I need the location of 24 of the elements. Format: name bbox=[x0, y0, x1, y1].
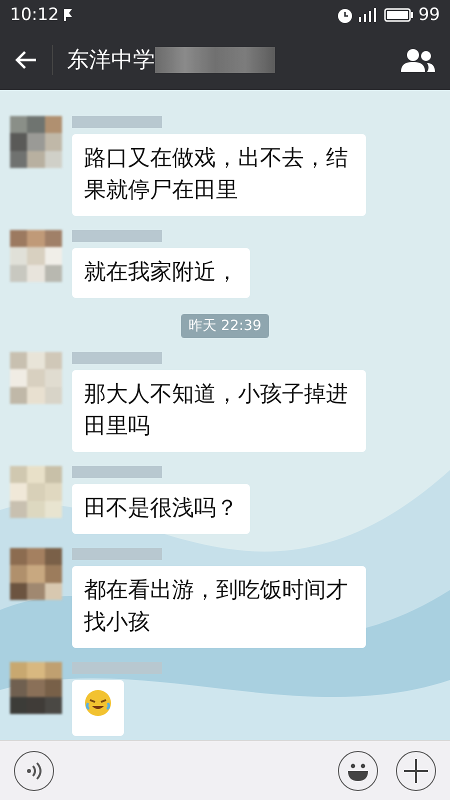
group-members-icon[interactable] bbox=[400, 47, 436, 73]
chat-title: 东洋中学 bbox=[67, 47, 155, 75]
avatar-icon[interactable] bbox=[10, 230, 62, 282]
avatar-icon[interactable] bbox=[10, 662, 62, 714]
emoji-button[interactable] bbox=[338, 750, 378, 790]
laughing-emoji-icon bbox=[84, 689, 112, 717]
message-bubble: 就在我家附近， bbox=[72, 248, 250, 298]
voice-icon bbox=[25, 760, 43, 780]
back-arrow-icon[interactable] bbox=[14, 50, 38, 70]
alarm-icon bbox=[336, 6, 354, 24]
avatar-icon[interactable] bbox=[10, 116, 62, 168]
battery-level: 99 bbox=[418, 5, 440, 25]
message-bubble: 都在看出游，到吃饭时间才找小孩 bbox=[72, 566, 366, 648]
flag-icon bbox=[63, 8, 73, 22]
status-time: 10:12 bbox=[10, 5, 59, 25]
add-button[interactable] bbox=[396, 750, 436, 790]
avatar-icon[interactable] bbox=[10, 548, 62, 600]
message-bubble: 那大人不知道，小孩子掉进田里吗 bbox=[72, 370, 366, 452]
plus-icon bbox=[403, 758, 429, 784]
timestamp: 昨天 22:39 bbox=[180, 314, 270, 338]
message-bubble: 路口又在做戏，出不去，结果就停尸在田里 bbox=[72, 134, 366, 216]
message-bubble: 田不是很浅吗？ bbox=[72, 484, 250, 534]
voice-button[interactable] bbox=[14, 750, 54, 790]
battery-icon bbox=[384, 7, 414, 23]
